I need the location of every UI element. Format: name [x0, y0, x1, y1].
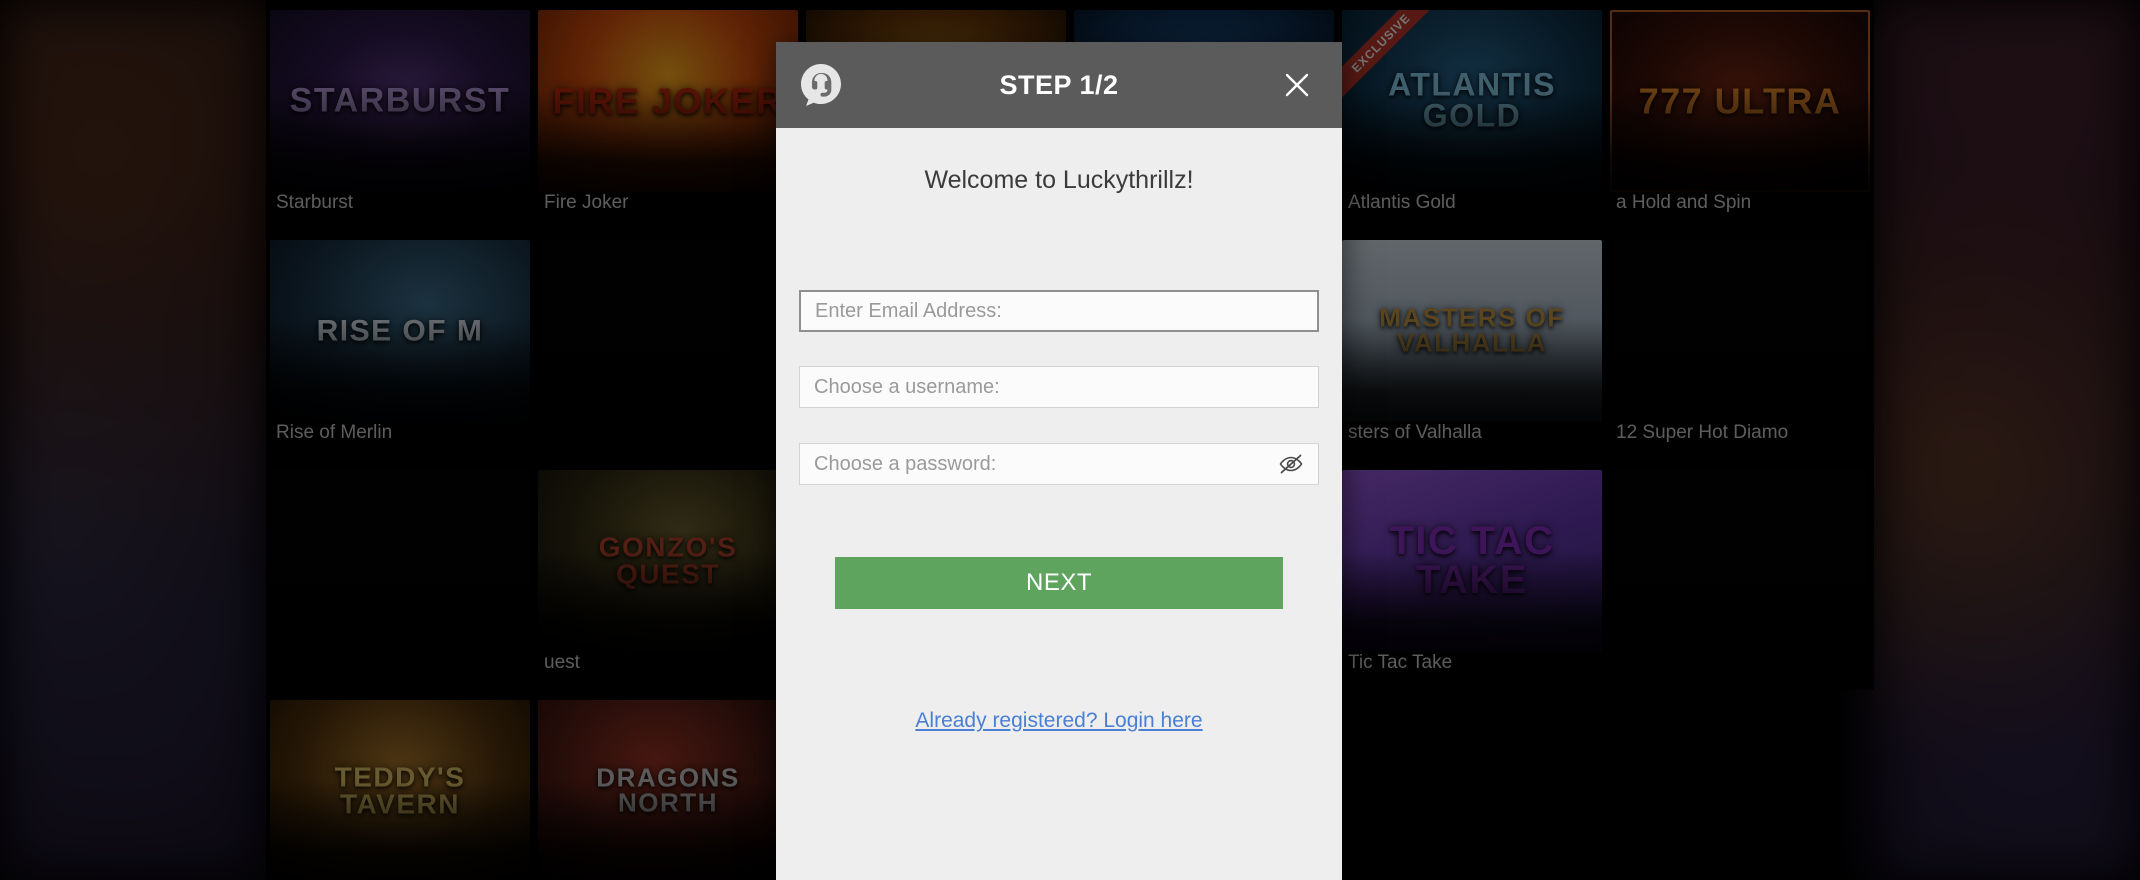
modal-step-title: STEP 1/2: [999, 69, 1119, 100]
close-icon[interactable]: [1274, 62, 1320, 108]
email-input[interactable]: [801, 292, 1317, 330]
screen: STARBURSTStarburstFIRE JOKERFire JokerWO…: [0, 0, 2140, 880]
headset-support-icon[interactable]: [798, 62, 844, 108]
username-input[interactable]: [800, 367, 1318, 407]
modal-header: STEP 1/2: [776, 42, 1342, 128]
password-input[interactable]: [800, 444, 1318, 484]
eye-slash-icon[interactable]: [1278, 451, 1304, 477]
next-button[interactable]: NEXT: [835, 557, 1283, 609]
modal-body: Welcome to Luckythrillz! NEXT Alrea: [776, 128, 1342, 880]
username-field-wrapper: [799, 366, 1319, 408]
welcome-heading: Welcome to Luckythrillz!: [924, 166, 1194, 194]
registration-modal: STEP 1/2 Welcome to Luckythrillz! Enter …: [776, 42, 1342, 880]
login-here-link[interactable]: Already registered? Login here: [915, 709, 1202, 733]
password-field-wrapper: [799, 443, 1319, 485]
email-field-wrapper: [799, 290, 1319, 332]
